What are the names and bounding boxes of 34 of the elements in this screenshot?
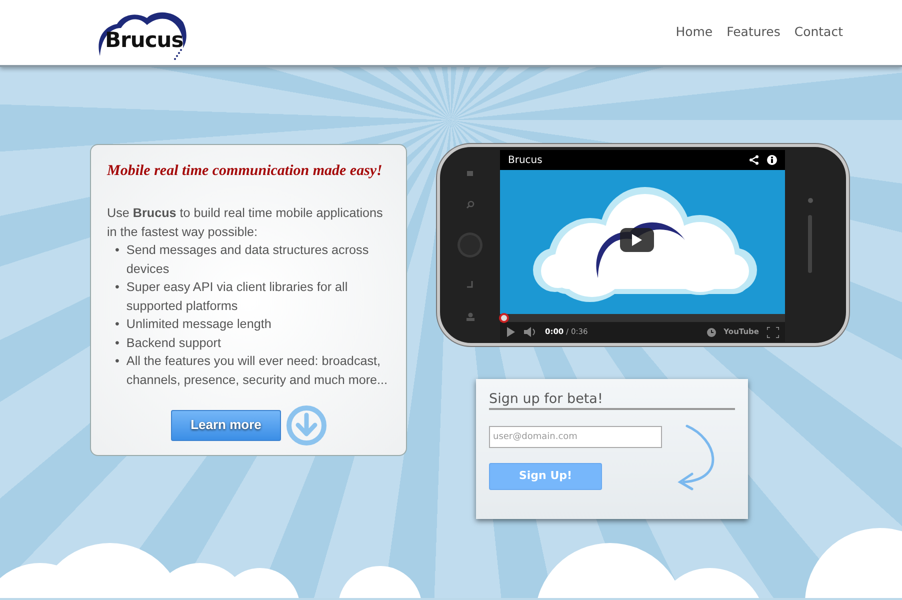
list-bullet: • <box>115 242 120 259</box>
person-icon <box>466 312 474 321</box>
search-icon <box>466 200 474 210</box>
fullscreen-icon[interactable] <box>767 326 779 338</box>
list-bullet: • <box>115 353 120 370</box>
feature-item: Super easy API via client libraries for all supported platforms <box>126 279 349 315</box>
feature-item: Unlimited message length <box>126 316 272 333</box>
logo-text: Brucus <box>105 28 184 52</box>
clock-icon[interactable] <box>706 328 716 336</box>
list-bullet: • <box>115 316 120 333</box>
share-icon[interactable] <box>749 155 759 165</box>
feature-item: All the features you will ever need: broadcast, channels, presence, security and much more... <box>126 353 389 389</box>
nav-link[interactable]: Contact <box>791 23 846 42</box>
info-icon[interactable] <box>767 155 777 165</box>
list-bullet: • <box>115 279 120 296</box>
video-title[interactable]: Brucus <box>508 152 542 168</box>
intro-text: Use Brucus to build real time mobile applications in the fastest way possible: <box>107 205 384 241</box>
nav-link[interactable]: Features <box>724 23 784 42</box>
feature-item: Send messages and data structures across devices <box>126 242 370 278</box>
intro-heading: Mobile real time communication made easy! <box>107 163 384 180</box>
feature-item: Backend support <box>126 334 221 352</box>
volume-icon[interactable] <box>524 327 537 337</box>
list-bullet: • <box>115 334 120 352</box>
play-icon[interactable] <box>506 327 516 337</box>
email-field[interactable]: user@domain.com <box>489 426 662 448</box>
camera-dot-icon <box>808 198 812 203</box>
signup-heading: Sign up for beta! <box>489 391 735 410</box>
nav-link[interactable]: Home <box>672 23 716 42</box>
play-button[interactable] <box>620 228 654 252</box>
speaker-slot-icon <box>808 215 812 273</box>
return-icon <box>466 280 474 289</box>
home-button-icon <box>457 232 483 258</box>
progress-thumb[interactable] <box>499 313 509 323</box>
progress-track[interactable] <box>500 314 785 322</box>
